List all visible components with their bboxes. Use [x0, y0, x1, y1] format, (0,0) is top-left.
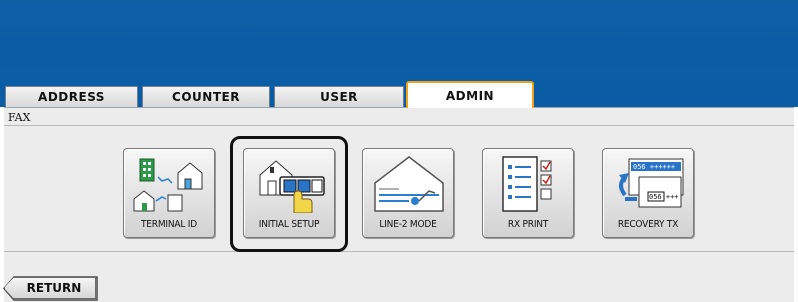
recovery-tx-button[interactable]: 056 ++++++ 056 +++ RECOVERY TX — [602, 148, 694, 238]
line-2-mode-button[interactable]: LINE-2 MODE — [362, 148, 454, 238]
tab-counter[interactable]: COUNTER — [142, 86, 270, 107]
tab-user[interactable]: USER — [274, 86, 404, 107]
initial-setup-label: INITIAL SETUP — [258, 219, 320, 230]
tab-address[interactable]: ADDRESS — [5, 86, 138, 107]
terminal-id-icon — [133, 158, 203, 212]
return-button[interactable]: RETURN — [4, 277, 96, 299]
line-2-mode-icon — [374, 156, 444, 212]
terminal-id-label: TERMINAL ID — [141, 219, 197, 230]
line-2-mode-label: LINE-2 MODE — [379, 219, 437, 230]
tab-admin[interactable]: ADMIN — [406, 81, 534, 108]
recovery-tx-icon: 056 ++++++ 056 +++ — [619, 158, 684, 208]
terminal-id-button[interactable]: TERMINAL ID — [123, 148, 215, 238]
svg-text:056 ++++++: 056 ++++++ — [633, 163, 675, 171]
rx-print-label: RX PRINT — [507, 219, 549, 230]
initial-setup-button[interactable]: INITIAL SETUP — [243, 148, 335, 238]
rx-print-icon — [502, 156, 552, 212]
tab-bar: ADDRESS COUNTER USER ADMIN — [0, 81, 798, 108]
rx-print-button[interactable]: RX PRINT — [482, 148, 574, 238]
recovery-tx-label: RECOVERY TX — [617, 219, 679, 230]
header-band — [0, 0, 798, 81]
breadcrumb: FAX — [8, 111, 31, 124]
initial-setup-icon — [259, 160, 325, 213]
